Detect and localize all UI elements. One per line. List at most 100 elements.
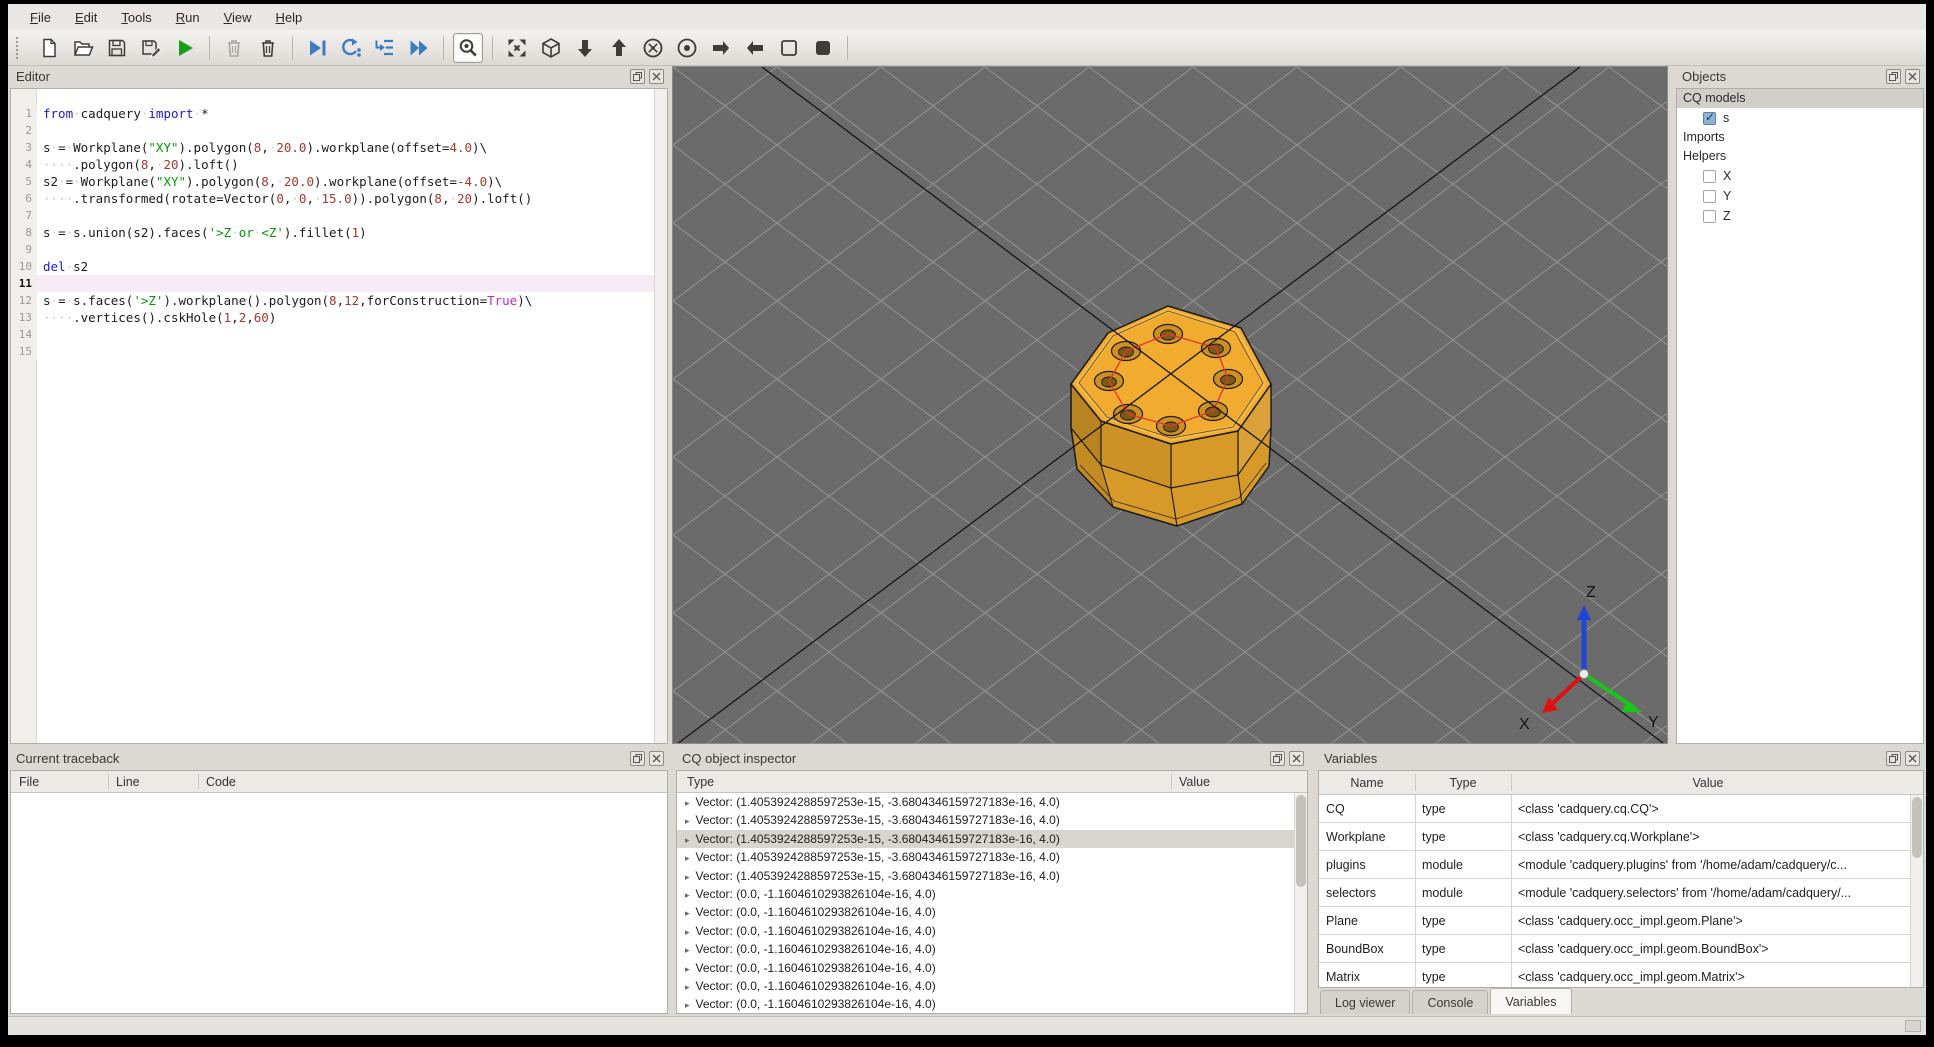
- expander-icon[interactable]: ▸: [685, 853, 690, 863]
- toolbar-button-run[interactable]: [170, 33, 200, 63]
- toolbar-button-new-file[interactable]: [34, 33, 64, 63]
- variable-row[interactable]: BoundBox type <class 'cadquery.occ_impl.ge…: [1319, 935, 1923, 963]
- toolbar-button-step-in[interactable]: [336, 33, 366, 63]
- visibility-checkbox[interactable]: [1703, 110, 1716, 125]
- toolbar-button-shaded[interactable]: [808, 33, 838, 63]
- expander-icon[interactable]: ▸: [685, 964, 690, 974]
- menu-file[interactable]: File: [18, 7, 63, 28]
- code-line-12[interactable]: 12 s·=·s.faces('>Z').workplane().polygon(…: [11, 292, 667, 309]
- expander-icon[interactable]: ▸: [685, 835, 690, 845]
- toolbar-button-right-view[interactable]: [706, 33, 736, 63]
- tree-item-x[interactable]: X: [1677, 166, 1923, 186]
- float-panel-button[interactable]: [1270, 750, 1285, 766]
- menu-view[interactable]: View: [212, 7, 264, 28]
- code-line-14[interactable]: 14: [11, 326, 667, 343]
- inspector-row[interactable]: ▸ Vector: (1.4053924288597253e-15, -3.680…: [677, 867, 1307, 885]
- expander-icon[interactable]: ▸: [685, 890, 690, 900]
- float-panel-button[interactable]: [630, 750, 645, 766]
- toolbar-button-open[interactable]: [68, 33, 98, 63]
- toolbar-button-step-return[interactable]: [370, 33, 400, 63]
- expander-icon[interactable]: ▸: [685, 798, 690, 808]
- viewport-3d[interactable]: X Y Z: [672, 66, 1668, 748]
- tree-group-cq-models[interactable]: CQ models: [1677, 89, 1923, 108]
- close-panel-button[interactable]: [1905, 750, 1920, 766]
- toolbar-button-continue[interactable]: [404, 33, 434, 63]
- inspector-row[interactable]: ▸ Vector: (0.0, -1.1604610293826104e-16, …: [677, 959, 1307, 977]
- expander-icon[interactable]: ▸: [685, 927, 690, 937]
- column-header-value[interactable]: Value: [1179, 771, 1210, 792]
- inspector-row[interactable]: ▸ Vector: (1.4053924288597253e-15, -3.680…: [677, 793, 1307, 811]
- toolbar-button-fit-view[interactable]: [502, 33, 532, 63]
- inspector-row[interactable]: ▸ Vector: (1.4053924288597253e-15, -3.680…: [677, 848, 1307, 866]
- code-editor[interactable]: 1 from·cadquery·import·* 2 3 s·=·Workplane("…: [10, 88, 668, 744]
- toolbar-drag-handle[interactable]: [16, 36, 24, 59]
- resize-grip[interactable]: [1905, 1020, 1921, 1032]
- close-panel-button[interactable]: [1905, 68, 1920, 84]
- tree-item-s[interactable]: s: [1677, 108, 1923, 128]
- tab-console[interactable]: Console: [1412, 990, 1489, 1014]
- toolbar-button-back-view[interactable]: [672, 33, 702, 63]
- code-line-10[interactable]: 10 del·s2: [11, 258, 667, 275]
- tree-group-helpers[interactable]: Helpers: [1677, 147, 1923, 166]
- variable-row[interactable]: Matrix type <class 'cadquery.occ_impl.geom…: [1319, 963, 1923, 987]
- variable-row[interactable]: selectors module <module 'cadquery.selecto…: [1319, 879, 1923, 907]
- column-header-code[interactable]: Code: [206, 771, 236, 792]
- column-header-type[interactable]: Type: [687, 771, 714, 792]
- tab-variables[interactable]: Variables: [1490, 988, 1572, 1014]
- variables-scrollbar[interactable]: [1910, 795, 1923, 987]
- close-panel-button[interactable]: [1289, 750, 1304, 766]
- inspector-row[interactable]: ▸ Vector: (1.4053924288597253e-15, -3.680…: [677, 811, 1307, 829]
- toolbar-button-top-view[interactable]: [570, 33, 600, 63]
- toolbar-button-save-as[interactable]: [136, 33, 166, 63]
- column-header-name[interactable]: Name: [1319, 771, 1415, 794]
- code-line-4[interactable]: 4 ····.polygon(8,·20).loft(): [11, 156, 667, 173]
- float-panel-button[interactable]: [1886, 750, 1901, 766]
- tree-item-z[interactable]: Z: [1677, 206, 1923, 226]
- visibility-checkbox[interactable]: [1703, 209, 1716, 223]
- toolbar-button-left-view[interactable]: [740, 33, 770, 63]
- close-panel-button[interactable]: [649, 68, 664, 84]
- code-line-15[interactable]: 15: [11, 343, 667, 360]
- inspector-row[interactable]: ▸ Vector: (0.0, -1.1604610293826104e-16, …: [677, 885, 1307, 903]
- float-panel-button[interactable]: [630, 68, 645, 84]
- toolbar-button-save[interactable]: [102, 33, 132, 63]
- toolbar-button-front-view[interactable]: [638, 33, 668, 63]
- expander-icon[interactable]: ▸: [685, 908, 690, 918]
- visibility-checkbox[interactable]: [1703, 169, 1716, 183]
- code-line-8[interactable]: 8 s·=·s.union(s2).faces('>Z·or·<Z').fille…: [11, 224, 667, 241]
- column-header-value[interactable]: Value: [1511, 771, 1905, 794]
- expander-icon[interactable]: ▸: [685, 816, 690, 826]
- inspector-row[interactable]: ▸ Vector: (0.0, -1.1604610293826104e-16, …: [677, 940, 1307, 958]
- variable-row[interactable]: Workplane type <class 'cadquery.cq.Workpla…: [1319, 823, 1923, 851]
- variable-row[interactable]: Plane type <class 'cadquery.occ_impl.geom.…: [1319, 907, 1923, 935]
- toolbar-button-step[interactable]: [302, 33, 332, 63]
- code-line-5[interactable]: 5 s2·=·Workplane("XY").polygon(8,·20.0).w…: [11, 173, 667, 190]
- toolbar-button-delete[interactable]: [219, 33, 249, 63]
- expander-icon[interactable]: ▸: [685, 982, 690, 992]
- code-line-13[interactable]: 13 ····.vertices().cskHole(1,2,60): [11, 309, 667, 326]
- close-panel-button[interactable]: [649, 750, 664, 766]
- column-header-type[interactable]: Type: [1415, 771, 1511, 794]
- code-line-7[interactable]: 7: [11, 207, 667, 224]
- code-line-11[interactable]: 11: [11, 275, 667, 292]
- code-line-2[interactable]: 2: [11, 122, 667, 139]
- tree-item-y[interactable]: Y: [1677, 186, 1923, 206]
- toolbar-button-inspect[interactable]: [453, 32, 483, 63]
- toolbar-button-delete-all[interactable]: [253, 33, 283, 63]
- tab-log-viewer[interactable]: Log viewer: [1320, 990, 1411, 1014]
- variable-row[interactable]: CQ type <class 'cadquery.cq.CQ'>: [1319, 795, 1923, 823]
- variable-row[interactable]: plugins module <module 'cadquery.plugins' …: [1319, 851, 1923, 879]
- editor-scrollbar[interactable]: [654, 89, 667, 743]
- code-line-9[interactable]: 9: [11, 241, 667, 258]
- expander-icon[interactable]: ▸: [685, 1000, 690, 1010]
- column-header-line[interactable]: Line: [116, 771, 140, 792]
- tree-group-imports[interactable]: Imports: [1677, 128, 1923, 147]
- menu-help[interactable]: Help: [264, 7, 315, 28]
- code-line-6[interactable]: 6 ····.transformed(rotate=Vector(0,·0,·15…: [11, 190, 667, 207]
- toolbar-button-bottom-view[interactable]: [604, 33, 634, 63]
- visibility-checkbox[interactable]: [1703, 189, 1716, 203]
- column-header-file[interactable]: File: [19, 771, 39, 792]
- inspector-row[interactable]: ▸ Vector: (0.0, -1.1604610293826104e-16, …: [677, 977, 1307, 995]
- inspector-row[interactable]: ▸ Vector: (0.0, -1.1604610293826104e-16, …: [677, 922, 1307, 940]
- menu-edit[interactable]: Edit: [63, 7, 109, 28]
